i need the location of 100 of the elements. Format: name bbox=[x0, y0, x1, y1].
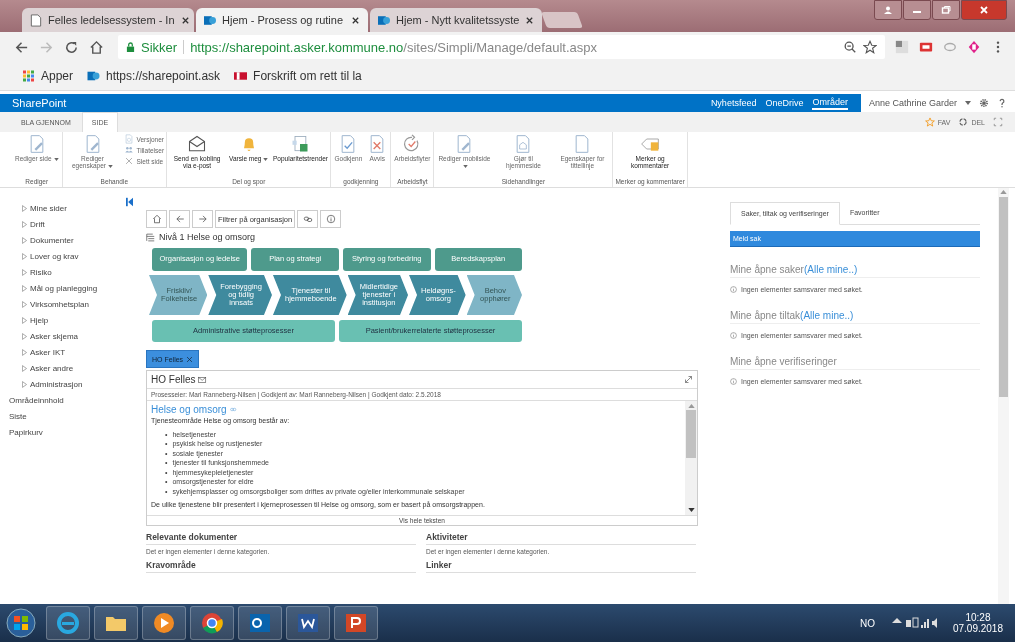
restore-button[interactable] bbox=[932, 0, 960, 20]
home-button[interactable] bbox=[146, 210, 167, 228]
bookmark-link[interactable]: https://sharepoint.ask bbox=[87, 69, 221, 83]
star-icon bbox=[924, 117, 935, 127]
info-button[interactable] bbox=[320, 210, 342, 228]
nav-item[interactable]: Asker andre bbox=[22, 360, 140, 376]
envelope-icon[interactable] bbox=[198, 375, 208, 384]
zoom-icon[interactable] bbox=[843, 40, 857, 54]
nav-item[interactable]: Asker skjema bbox=[22, 328, 140, 344]
taskbar-app[interactable] bbox=[238, 606, 282, 640]
nav-item[interactable]: Virksomhetsplan bbox=[22, 296, 140, 312]
nav-item[interactable]: Mål og planlegging bbox=[22, 280, 140, 296]
document-heading[interactable]: Helse og omsorg bbox=[151, 404, 227, 415]
right-arrow-icon bbox=[197, 214, 208, 224]
nav-item[interactable]: Papirkurv bbox=[9, 424, 140, 440]
profile-button[interactable] bbox=[874, 0, 902, 20]
section-heading: Mine åpne saker(Alle mine..) bbox=[730, 264, 980, 278]
section-heading: Mine åpne tiltak(Alle mine..) bbox=[730, 310, 980, 324]
close-icon[interactable] bbox=[180, 15, 190, 25]
info-icon bbox=[325, 214, 336, 224]
link-icon bbox=[302, 214, 313, 224]
browser-tab[interactable]: Hjem - Prosess og rutine bbox=[196, 8, 368, 32]
extension-icon[interactable] bbox=[895, 40, 909, 54]
caret-icon bbox=[462, 164, 468, 168]
scrollbar[interactable] bbox=[998, 188, 1009, 604]
link-button[interactable] bbox=[297, 210, 319, 228]
browser-logo-icon bbox=[200, 611, 224, 635]
section-heading: Kravområde bbox=[146, 558, 416, 574]
nav-item[interactable]: Risiko bbox=[22, 264, 140, 280]
suite-link[interactable]: Områder bbox=[812, 96, 848, 110]
clock-time[interactable]: 10:28 bbox=[965, 612, 991, 623]
document-title: HO Felles bbox=[151, 374, 196, 385]
sharepoint-logo-icon bbox=[204, 13, 216, 27]
nav-item[interactable]: Asker IKT bbox=[22, 344, 140, 360]
level-title: Nivå 1 Helse og omsorg bbox=[159, 232, 256, 242]
suite-link[interactable]: OneDrive bbox=[765, 97, 804, 109]
address-field[interactable]: Sikker https://sharepoint.asker.kommune.no/sites/Simpli/Manage/default.aspx bbox=[118, 35, 885, 59]
info-icon bbox=[730, 378, 737, 385]
home-icon bbox=[151, 214, 162, 224]
collapse-panel-icon[interactable] bbox=[126, 197, 133, 207]
presentation-app-icon bbox=[344, 611, 368, 635]
envelope-icon bbox=[187, 134, 208, 154]
share-icon bbox=[958, 117, 969, 127]
apps-grid-icon bbox=[22, 70, 35, 82]
help-icon[interactable] bbox=[997, 98, 1007, 108]
taskbar-app[interactable] bbox=[94, 606, 138, 640]
section-heading: Aktiviteter bbox=[426, 530, 696, 546]
bookmark-star-icon[interactable] bbox=[863, 40, 877, 54]
left-arrow-icon bbox=[174, 214, 185, 224]
e-logo-icon bbox=[56, 611, 80, 635]
section-heading: Mine åpne verifiseringer bbox=[730, 356, 980, 370]
nav-item[interactable]: Mine sider bbox=[22, 200, 140, 216]
sharepoint-logo-icon bbox=[378, 13, 390, 27]
nav-item[interactable]: Dokumenter bbox=[22, 232, 140, 248]
nav-item[interactable]: Siste bbox=[9, 408, 140, 424]
close-icon bbox=[979, 5, 989, 15]
cross-icon bbox=[123, 156, 134, 166]
bookmark-link[interactable]: Apper bbox=[22, 69, 74, 83]
clock-date[interactable]: 07.09.2018 bbox=[952, 623, 1003, 634]
new-tab-button[interactable] bbox=[541, 12, 583, 28]
scrollbar[interactable] bbox=[685, 401, 697, 516]
taskbar-app[interactable] bbox=[142, 606, 186, 640]
taskbar-app[interactable] bbox=[334, 606, 378, 640]
expand-icon[interactable] bbox=[684, 375, 693, 384]
section-heading: Relevante dokumenter bbox=[146, 530, 416, 546]
browser-tab[interactable]: Felles ledelsessystem - In bbox=[22, 8, 194, 32]
suite-link[interactable]: Nyhetsfeed bbox=[710, 97, 757, 109]
flag-icon bbox=[234, 70, 248, 82]
info-icon bbox=[730, 286, 737, 293]
reload-icon[interactable] bbox=[64, 39, 79, 55]
home-icon[interactable] bbox=[89, 39, 104, 55]
language-indicator[interactable]: NO bbox=[859, 617, 875, 629]
nav-item[interactable]: Områdeinnhold bbox=[9, 392, 140, 408]
minimize-button[interactable] bbox=[903, 0, 931, 20]
hierarchy-icon bbox=[146, 232, 155, 242]
caret-icon[interactable] bbox=[965, 101, 971, 105]
scroll-up-icon[interactable] bbox=[1000, 190, 1007, 194]
extension-icon[interactable] bbox=[967, 40, 981, 54]
nav-item[interactable]: Drift bbox=[22, 216, 140, 232]
app-title[interactable]: SharePoint bbox=[12, 97, 67, 109]
close-window-button[interactable] bbox=[961, 0, 1007, 20]
caret-icon bbox=[263, 157, 269, 161]
nav-item[interactable]: Hjelp bbox=[22, 312, 140, 328]
all-mine-link[interactable]: (Alle mine..) bbox=[800, 310, 854, 321]
close-icon[interactable] bbox=[351, 15, 360, 25]
scroll-down-icon[interactable] bbox=[687, 508, 695, 513]
close-icon[interactable] bbox=[525, 15, 535, 25]
start-button[interactable] bbox=[6, 608, 36, 638]
settings-icon[interactable] bbox=[979, 98, 989, 108]
nav-item[interactable]: Administrasjon bbox=[22, 376, 140, 392]
lock-icon bbox=[126, 41, 135, 53]
bookmark-link[interactable]: Forskrift om rett til la bbox=[234, 69, 362, 83]
document-app-icon bbox=[296, 611, 320, 635]
taskbar-app[interactable] bbox=[190, 606, 234, 640]
browser-tab[interactable]: Hjem - Nytt kvalitetssyste bbox=[370, 8, 542, 32]
taskbar-app[interactable] bbox=[286, 606, 330, 640]
all-mine-link[interactable]: (Alle mine..) bbox=[803, 264, 858, 275]
extension-icon[interactable] bbox=[919, 40, 933, 54]
nav-item[interactable]: Lover og krav bbox=[22, 248, 140, 264]
sharepoint-logo-icon bbox=[87, 70, 101, 82]
